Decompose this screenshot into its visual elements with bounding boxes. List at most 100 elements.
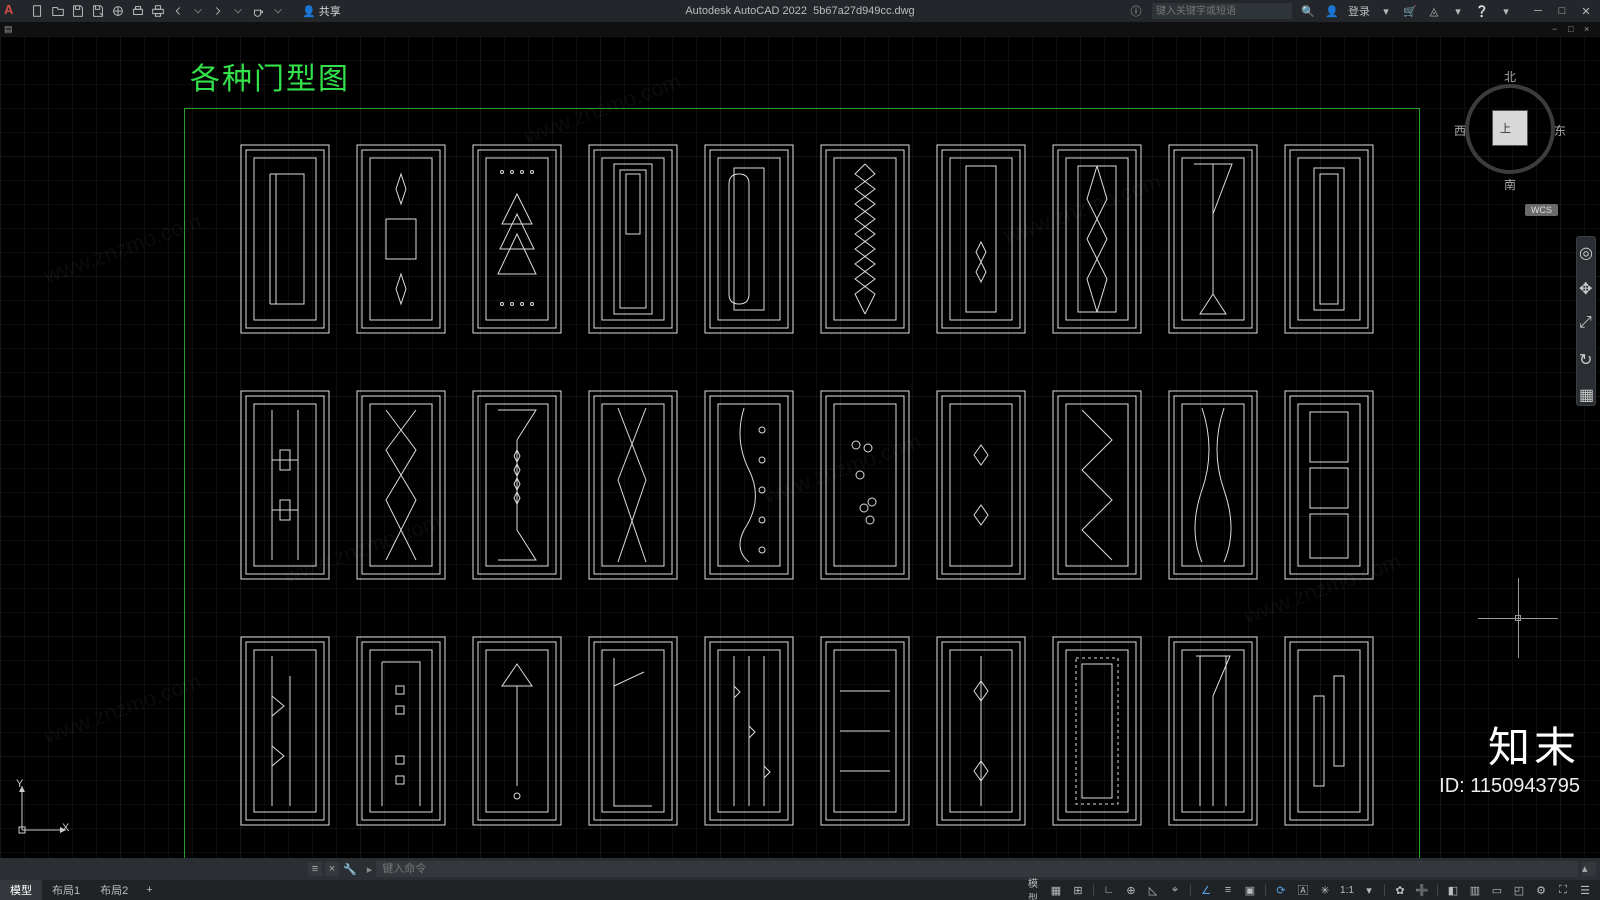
watermark: www.znzmo.com (41, 209, 205, 290)
cart-icon[interactable]: 🛒 (1402, 3, 1418, 19)
door-design (588, 390, 678, 580)
viewcube-top[interactable]: 上 (1500, 120, 1511, 136)
customize-status-icon[interactable]: ☰ (1576, 882, 1594, 898)
selection-cycle-icon[interactable]: ⟳ (1272, 882, 1290, 898)
door-design (1052, 390, 1142, 580)
save-icon[interactable] (70, 3, 86, 19)
cmdline-customize-icon[interactable]: 🔧 (343, 863, 357, 876)
status-model[interactable]: 模型 (1025, 882, 1043, 898)
undo-icon[interactable] (170, 3, 186, 19)
viewport-restore-icon[interactable]: □ (1568, 24, 1578, 34)
search-icon[interactable]: 🔍 (1300, 3, 1316, 19)
drawing-canvas[interactable]: 各种门型图 www.znzmo.com www.znzmo.com www.zn… (0, 36, 1600, 858)
nav-zoom-icon[interactable]: ⤢ (1579, 314, 1593, 328)
login-dropdown-icon[interactable]: ▾ (1378, 3, 1394, 19)
web-save-icon[interactable] (110, 3, 126, 19)
command-input[interactable] (376, 861, 1578, 877)
door-design (1284, 390, 1374, 580)
workspace-icon[interactable]: ✿ (1391, 882, 1409, 898)
lineweight-icon[interactable]: ≡ (1219, 882, 1237, 898)
lock-ui-icon[interactable]: ▭ (1488, 882, 1506, 898)
door-design (588, 636, 678, 826)
tab-layout1[interactable]: 布局1 (42, 880, 90, 900)
nav-pan-icon[interactable]: ✥ (1579, 279, 1593, 293)
snap-toggle-icon[interactable]: ⊞ (1069, 882, 1087, 898)
saveas-icon[interactable] (90, 3, 106, 19)
ucs-icon: X Y (14, 778, 74, 838)
door-design (936, 390, 1026, 580)
ortho-toggle-icon[interactable]: ∟ (1100, 882, 1118, 898)
start-tab-icon[interactable]: ▤ (4, 24, 14, 34)
user-icon[interactable]: 👤 (1324, 3, 1340, 19)
osnap-toggle-icon[interactable]: ⌖ (1166, 882, 1184, 898)
wcs-badge[interactable]: WCS (1525, 204, 1558, 216)
grid-toggle-icon[interactable]: ▦ (1047, 882, 1065, 898)
clean-screen-icon[interactable]: ⛶ (1554, 882, 1572, 898)
undo-dropdown-icon[interactable] (190, 3, 206, 19)
new-icon[interactable] (30, 3, 46, 19)
view-cube[interactable]: 北 南 西 东 上 (1450, 64, 1570, 204)
scale-display[interactable]: 1:1 (1338, 882, 1356, 898)
door-design (356, 144, 446, 334)
add-layout-button[interactable]: + (138, 882, 160, 898)
tab-model[interactable]: 模型 (0, 880, 42, 900)
viewcube-north[interactable]: 北 (1504, 68, 1516, 85)
minimize-icon[interactable]: ─ (1530, 3, 1546, 19)
scale-dropdown-icon[interactable]: ▾ (1360, 882, 1378, 898)
cmdline-history-icon[interactable]: ▴ (1582, 862, 1596, 876)
door-row (240, 636, 1380, 826)
plot-icon[interactable] (130, 3, 146, 19)
app-logo-icon[interactable]: A (4, 2, 22, 20)
cmdline-handle-icon[interactable]: ≡ (308, 862, 322, 876)
open-icon[interactable] (50, 3, 66, 19)
close-icon[interactable]: ✕ (1578, 3, 1594, 19)
door-design (472, 144, 562, 334)
help-search-input[interactable] (1152, 3, 1292, 19)
redo-icon[interactable] (210, 3, 226, 19)
cmdline-close-icon[interactable]: × (325, 862, 339, 876)
help-icon[interactable]: ❔ (1474, 3, 1490, 19)
crosshair-cursor (1478, 578, 1558, 658)
redo-dropdown-icon[interactable] (230, 3, 246, 19)
hardware-accel-icon[interactable]: ⚙ (1532, 882, 1550, 898)
annotation-visibility-icon[interactable]: ✳ (1316, 882, 1334, 898)
isolate-icon[interactable]: ◰ (1510, 882, 1528, 898)
share-button[interactable]: 👤共享 (296, 2, 347, 20)
quick-access-toolbar (30, 3, 286, 19)
help-dropdown-icon[interactable]: ▾ (1498, 3, 1514, 19)
tab-layout2[interactable]: 布局2 (90, 880, 138, 900)
viewport-minimize-icon[interactable]: − (1552, 24, 1562, 34)
nav-wheel-icon[interactable]: ◎ (1579, 243, 1593, 257)
door-design (1052, 144, 1142, 334)
door-collection (240, 144, 1380, 826)
door-design (1168, 144, 1258, 334)
isoplane-icon[interactable]: ◺ (1144, 882, 1162, 898)
info-icon[interactable]: ⓘ (1128, 3, 1144, 19)
maximize-icon[interactable]: □ (1554, 3, 1570, 19)
annotation-scale-icon[interactable]: 🄰 (1294, 882, 1312, 898)
annotation-monitor-icon[interactable]: ➕ (1413, 882, 1431, 898)
apps-icon[interactable]: ◬ (1426, 3, 1442, 19)
door-design (704, 636, 794, 826)
nav-orbit-icon[interactable]: ↻ (1579, 350, 1593, 364)
door-design (1284, 144, 1374, 334)
otrack-toggle-icon[interactable]: ∠ (1197, 882, 1215, 898)
transparency-icon[interactable]: ▣ (1241, 882, 1259, 898)
login-button[interactable]: 登录 (1348, 3, 1370, 19)
door-design (472, 390, 562, 580)
units-icon[interactable]: ◧ (1444, 882, 1462, 898)
viewcube-south[interactable]: 南 (1504, 176, 1516, 193)
print-icon[interactable] (150, 3, 166, 19)
viewport-close-icon[interactable]: × (1584, 24, 1594, 34)
quick-properties-icon[interactable]: ▥ (1466, 882, 1484, 898)
viewcube-east[interactable]: 东 (1554, 122, 1566, 139)
qat-dropdown-icon[interactable] (270, 3, 286, 19)
nav-showmotion-icon[interactable]: ▦ (1579, 385, 1593, 399)
polar-toggle-icon[interactable]: ⊕ (1122, 882, 1140, 898)
watermark: www.znzmo.com (41, 669, 205, 750)
coffee-icon[interactable] (250, 3, 266, 19)
watermark-id: 知末 ID: 1150943795 (1439, 714, 1580, 798)
door-design (588, 144, 678, 334)
viewcube-west[interactable]: 西 (1454, 122, 1466, 139)
featured-dropdown-icon[interactable]: ▾ (1450, 3, 1466, 19)
